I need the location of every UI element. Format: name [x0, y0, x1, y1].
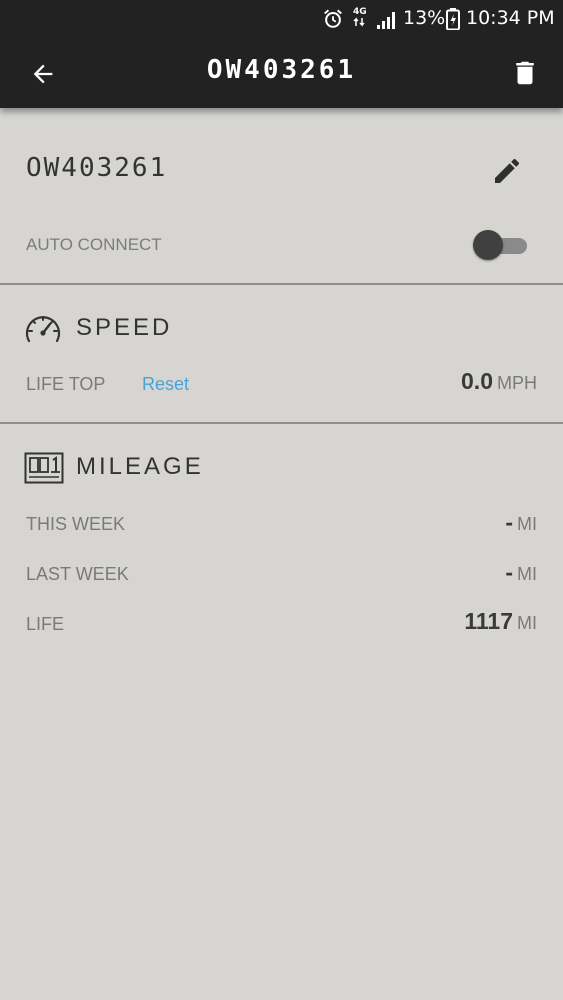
- trash-icon: [516, 61, 534, 85]
- life-top-value: 0.0 MPH: [461, 368, 537, 395]
- last-week-number: -: [505, 559, 513, 585]
- last-week-value: - MI: [505, 559, 537, 586]
- life-top-label: LIFE TOP: [26, 374, 106, 394]
- status-bar: 4G 13% 10:34 PM: [0, 0, 563, 38]
- edit-name-button[interactable]: [486, 150, 528, 192]
- this-week-value: - MI: [505, 509, 537, 536]
- alarm-icon: [322, 8, 344, 34]
- network-type-label: 4G: [353, 7, 367, 17]
- app-bar: OW403261: [0, 38, 563, 108]
- toggle-thumb: [473, 230, 503, 260]
- this-week-label: THIS WEEK: [26, 514, 126, 534]
- device-name: OW403261: [26, 153, 168, 183]
- signal-icon: [376, 10, 398, 34]
- life-value: 1117 MI: [464, 608, 537, 635]
- data-arrows-icon: [353, 17, 365, 27]
- speed-unit: MPH: [497, 373, 537, 393]
- speedometer-icon: [24, 312, 62, 350]
- network-type: 4G: [353, 8, 367, 27]
- clock-time: 10:34 PM: [466, 7, 555, 29]
- divider: [0, 422, 563, 424]
- app-bar-title: OW403261: [206, 55, 357, 85]
- battery-percent: 13%: [403, 7, 446, 29]
- life-top-number: 0.0: [461, 368, 493, 394]
- auto-connect-label: AUTO CONNECT: [26, 235, 162, 254]
- last-week-label: LAST WEEK: [26, 564, 129, 584]
- battery-icon: [446, 8, 460, 34]
- this-week-number: -: [505, 509, 513, 535]
- life-number: 1117: [464, 608, 513, 634]
- speed-section-title: SPEED: [76, 314, 173, 341]
- screen: 4G 13% 10:34 PM OW403261 OW403261 AUTO C…: [0, 0, 563, 1000]
- life-label: LIFE: [26, 614, 65, 634]
- this-week-unit: MI: [517, 514, 537, 534]
- delete-button[interactable]: [504, 52, 546, 94]
- mileage-section-title: MILEAGE: [76, 453, 204, 480]
- divider: [0, 283, 563, 285]
- last-week-unit: MI: [517, 564, 537, 584]
- pencil-icon: [495, 158, 520, 183]
- odometer-icon: [24, 452, 64, 488]
- reset-link[interactable]: Reset: [142, 374, 189, 395]
- life-unit: MI: [517, 613, 537, 633]
- auto-connect-toggle[interactable]: [473, 229, 529, 261]
